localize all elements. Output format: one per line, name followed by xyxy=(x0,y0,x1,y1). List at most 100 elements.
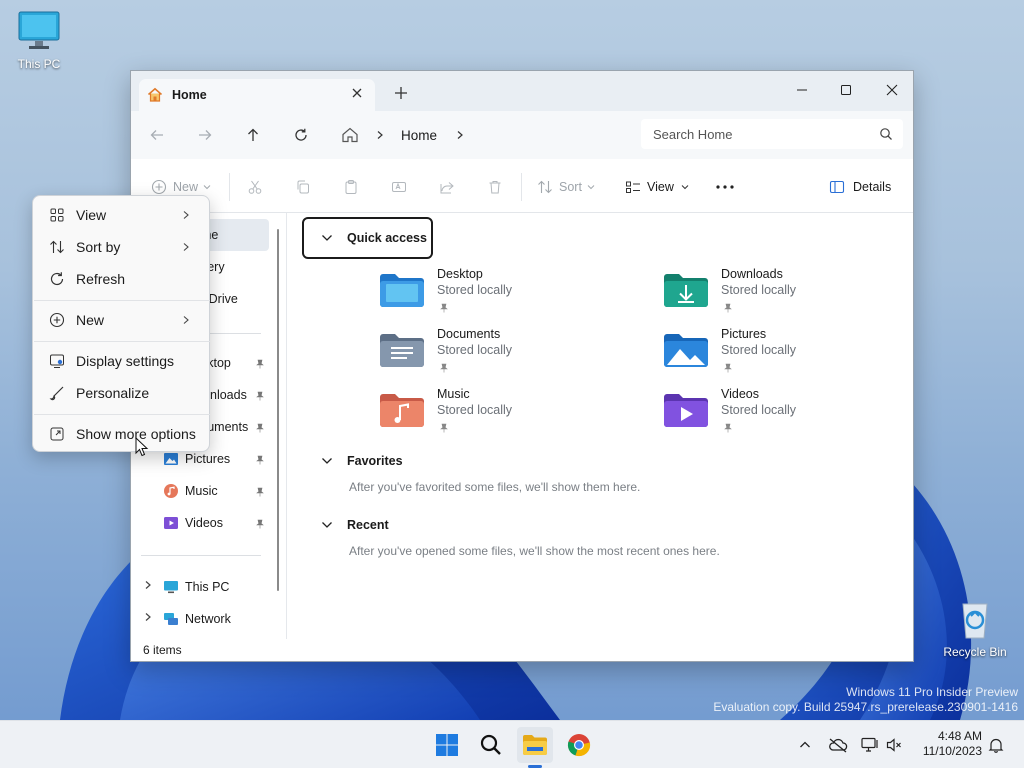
folder-name: Pictures xyxy=(721,327,767,341)
search-taskbar-button[interactable] xyxy=(473,727,509,763)
monitor-icon xyxy=(18,11,60,49)
folder-status: Stored locally xyxy=(437,343,513,357)
arrow-left-icon xyxy=(150,130,163,140)
windows-logo-icon xyxy=(436,734,458,756)
quick-access-pictures[interactable]: Pictures Stored locally xyxy=(663,327,903,383)
pin-icon[interactable] xyxy=(255,487,265,497)
sidebar-item-network[interactable]: Network xyxy=(163,607,231,631)
copy-button[interactable] xyxy=(295,177,311,197)
chevron-right-icon[interactable] xyxy=(143,580,153,590)
speaker-muted-icon xyxy=(886,738,901,752)
desktop-icon-label: Recycle Bin xyxy=(943,645,1007,659)
new-tab-icon[interactable] xyxy=(393,85,409,101)
notifications-button[interactable] xyxy=(986,735,1006,755)
quick-access-videos[interactable]: Videos Stored locally xyxy=(663,387,903,443)
mouse-cursor-icon xyxy=(135,437,149,457)
up-button[interactable] xyxy=(243,125,263,145)
desktop-icon-recycle-bin[interactable]: Recycle Bin xyxy=(940,598,1010,659)
refresh-button[interactable] xyxy=(291,125,311,145)
rename-button[interactable] xyxy=(391,177,407,197)
search-icon xyxy=(880,128,892,140)
home-outline-icon xyxy=(342,127,358,143)
chevron-right-icon xyxy=(183,316,189,324)
pin-icon[interactable] xyxy=(255,423,265,433)
search-input[interactable] xyxy=(653,126,873,142)
chevron-right-icon[interactable] xyxy=(143,612,153,622)
chrome-taskbar-button[interactable] xyxy=(561,727,597,763)
command-separator xyxy=(521,173,522,201)
quick-access-downloads[interactable]: Downloads Stored locally xyxy=(663,267,903,323)
section-header-favorites[interactable]: Favorites xyxy=(321,451,403,471)
more-options-button[interactable] xyxy=(715,177,735,197)
onedrive-tray-icon[interactable] xyxy=(828,735,848,755)
menu-divider xyxy=(34,414,210,415)
quick-access-documents[interactable]: Documents Stored locally xyxy=(379,327,619,383)
breadcrumb-item-home[interactable]: Home xyxy=(401,128,437,143)
sidebar-scrollbar[interactable] xyxy=(277,229,279,591)
desktop-icon-label: This PC xyxy=(17,57,61,71)
section-title: Favorites xyxy=(347,454,403,468)
file-explorer-window: Home Home Search Home New Sort View Deta… xyxy=(130,70,914,662)
maximize-button[interactable] xyxy=(823,75,869,105)
search-box[interactable] xyxy=(641,119,903,149)
monitor-network-icon xyxy=(861,737,878,752)
show-hidden-icons-button[interactable] xyxy=(795,735,815,755)
delete-button[interactable] xyxy=(487,177,503,197)
clock-date: 11/10/2023 xyxy=(922,744,982,758)
close-window-button[interactable] xyxy=(869,75,915,105)
cloud-offline-icon xyxy=(829,738,848,753)
details-button[interactable]: Details xyxy=(829,177,891,197)
system-clock[interactable]: 4:48 AM 11/10/2023 xyxy=(906,729,982,759)
menu-item-display-settings[interactable]: Display settings xyxy=(37,346,205,376)
chevron-right-icon[interactable] xyxy=(455,130,465,140)
new-button[interactable]: New xyxy=(151,177,211,197)
music-folder-icon xyxy=(380,394,424,427)
section-header-recent[interactable]: Recent xyxy=(321,515,389,535)
paste-button[interactable] xyxy=(343,177,359,197)
back-button[interactable] xyxy=(147,125,167,145)
pin-icon[interactable] xyxy=(255,455,265,465)
folder-name: Videos xyxy=(721,387,759,401)
volume-tray-icon[interactable] xyxy=(884,735,904,755)
desktop-icon-this-pc[interactable]: This PC xyxy=(4,10,74,71)
cut-button[interactable] xyxy=(247,177,263,197)
file-explorer-taskbar-button[interactable] xyxy=(517,727,553,763)
quick-access-desktop[interactable]: Desktop Stored locally xyxy=(379,267,619,323)
menu-item-view[interactable]: View xyxy=(37,200,205,230)
sidebar-divider xyxy=(141,555,261,556)
downloads-folder-icon xyxy=(664,274,708,307)
share-button[interactable] xyxy=(439,177,455,197)
minimize-button[interactable] xyxy=(779,75,825,105)
sidebar-item-videos[interactable]: Videos xyxy=(163,511,223,535)
folder-status: Stored locally xyxy=(437,283,513,297)
menu-item-sort-by[interactable]: Sort by xyxy=(37,232,205,262)
menu-item-personalize[interactable]: Personalize xyxy=(37,378,205,408)
view-button[interactable]: View xyxy=(625,177,689,197)
start-button[interactable] xyxy=(429,727,465,763)
folder-status: Stored locally xyxy=(721,403,797,417)
close-tab-icon[interactable] xyxy=(349,85,365,101)
section-header-quick-access[interactable]: Quick access xyxy=(321,228,427,248)
pin-icon[interactable] xyxy=(255,519,265,529)
sidebar-item-this-pc[interactable]: This PC xyxy=(163,575,229,599)
network-tray-icon[interactable] xyxy=(860,735,880,755)
menu-item-new[interactable]: New xyxy=(37,305,205,335)
pin-icon xyxy=(440,303,448,313)
plus-circle-icon xyxy=(49,312,65,328)
pin-icon[interactable] xyxy=(255,359,265,369)
view-button-label: View xyxy=(647,180,674,194)
menu-item-show-more-options[interactable]: Show more options xyxy=(37,419,205,449)
forward-button[interactable] xyxy=(195,125,215,145)
sort-button[interactable]: Sort xyxy=(537,177,595,197)
network-icon xyxy=(164,613,178,625)
chevron-right-icon xyxy=(377,131,383,139)
sidebar-item-label: Pictures xyxy=(185,452,231,466)
arrow-right-icon xyxy=(199,130,212,140)
breadcrumb[interactable]: Home xyxy=(341,121,631,149)
quick-access-music[interactable]: Music Stored locally xyxy=(379,387,619,443)
menu-item-refresh[interactable]: Refresh xyxy=(37,264,205,294)
tab-home[interactable]: Home xyxy=(139,79,375,111)
chevron-down-icon xyxy=(203,185,211,190)
sidebar-item-music[interactable]: Music xyxy=(163,479,218,503)
pin-icon[interactable] xyxy=(255,391,265,401)
